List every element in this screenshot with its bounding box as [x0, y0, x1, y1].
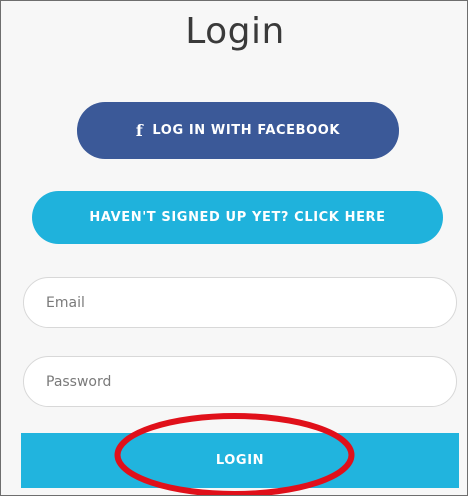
password-field[interactable]	[23, 356, 457, 407]
signup-button[interactable]: HAVEN'T SIGNED UP YET? CLICK HERE	[32, 191, 443, 244]
facebook-login-button[interactable]: f LOG IN WITH FACEBOOK	[77, 102, 399, 159]
signup-label: HAVEN'T SIGNED UP YET? CLICK HERE	[89, 210, 386, 225]
page-title: Login	[185, 11, 285, 52]
email-field[interactable]	[23, 277, 457, 328]
login-panel: Login f LOG IN WITH FACEBOOK HAVEN'T SIG…	[0, 0, 468, 496]
facebook-login-label: LOG IN WITH FACEBOOK	[152, 123, 341, 138]
login-label: LOGIN	[215, 453, 265, 468]
facebook-icon: f	[135, 121, 144, 140]
login-button[interactable]: LOGIN	[21, 433, 459, 488]
